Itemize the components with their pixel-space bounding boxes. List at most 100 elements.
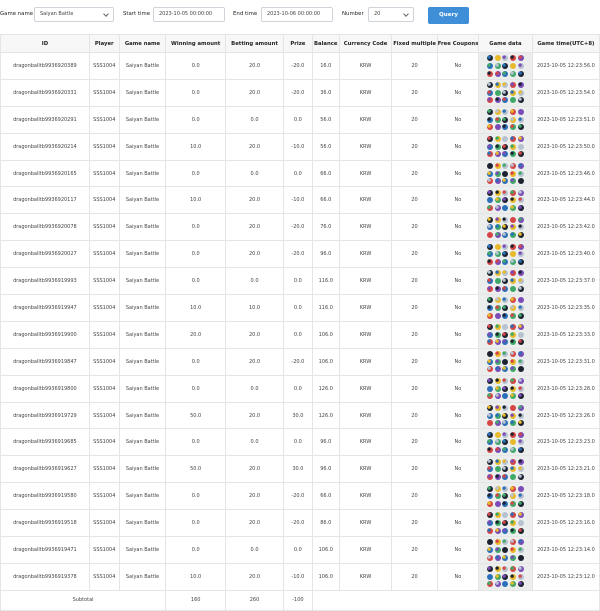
- slot-symbol-icon: [502, 216, 509, 223]
- slot-symbol-icon: [517, 143, 524, 150]
- slot-symbol-icon: [494, 270, 501, 277]
- col-header-game-name: Game name: [118, 34, 167, 53]
- game-data-thumbnail[interactable]: [478, 52, 533, 80]
- number-select[interactable]: 20: [368, 7, 414, 22]
- end-time-input[interactable]: 2023-10-06 00:00:00: [261, 7, 333, 22]
- cell-winning-amount: 20.0: [165, 320, 227, 349]
- game-data-thumbnail[interactable]: [478, 186, 533, 215]
- slot-symbol-icon: [510, 554, 517, 561]
- cell-id: dragonballtb9936919847: [0, 347, 90, 376]
- slot-symbol-icon: [510, 358, 517, 365]
- slot-symbol-icon: [502, 143, 509, 150]
- slot-symbol-icon: [517, 358, 524, 365]
- subtotal-betting-amount: 260: [225, 589, 284, 611]
- slot-symbol-icon: [487, 447, 494, 453]
- slot-symbol-icon: [510, 258, 517, 265]
- slot-symbol-icon: [494, 224, 501, 231]
- game-data-thumbnail[interactable]: [478, 240, 533, 269]
- game-data-thumbnail[interactable]: [478, 294, 533, 322]
- query-button[interactable]: Query: [428, 7, 469, 24]
- cell-balance: 106.0: [311, 536, 340, 564]
- slot-symbol-icon: [487, 331, 494, 338]
- slot-symbol-icon: [510, 170, 517, 177]
- game-data-thumbnail[interactable]: [478, 374, 533, 403]
- table-row: dragonballtb9936920389 SSS1004 Saiyan Batt…: [0, 52, 600, 80]
- slot-symbol-icon: [487, 224, 494, 231]
- cell-winning-amount: 0.0: [165, 536, 227, 564]
- slot-symbol-icon: [517, 339, 524, 346]
- slot-symbol-icon: [494, 500, 501, 507]
- cell-game-time: 2023-10-05 12:23:56.0: [531, 52, 600, 80]
- cell-prize: 0.0: [282, 320, 313, 349]
- slot-symbol-icon: [502, 447, 509, 453]
- game-data-thumbnail[interactable]: [478, 455, 533, 484]
- slot-symbol-icon: [494, 393, 501, 400]
- cell-balance: 76.0: [311, 213, 340, 242]
- cell-currency-code: KRW: [338, 52, 393, 80]
- slot-symbol-icon: [494, 485, 501, 492]
- slot-symbol-icon: [502, 420, 509, 427]
- game-data-thumbnail[interactable]: [478, 159, 533, 188]
- slot-symbol-icon: [510, 55, 517, 62]
- slot-symbol-icon: [494, 420, 501, 427]
- col-header-balance: Balance: [311, 34, 340, 53]
- cell-player: SSS1004: [88, 240, 120, 269]
- slot-symbol-icon: [510, 178, 517, 185]
- filter-bar: Game name Saiyan Battle Start time 2023-…: [0, 0, 600, 31]
- slot-symbol-icon: [487, 304, 494, 311]
- slot-symbol-icon: [502, 124, 509, 131]
- slot-symbol-icon: [494, 124, 501, 131]
- slot-symbol-icon: [502, 331, 509, 338]
- cell-balance: 16.0: [311, 52, 340, 80]
- slot-symbol-icon: [494, 89, 501, 96]
- game-data-thumbnail[interactable]: [478, 482, 533, 511]
- game-data-thumbnail[interactable]: [478, 509, 533, 538]
- cell-game-name: Saiyan Battle: [118, 52, 167, 80]
- game-data-thumbnail[interactable]: [478, 562, 533, 591]
- start-time-input[interactable]: 2023-10-05 00:00:00: [153, 7, 225, 22]
- slot-symbol-icon: [502, 358, 509, 365]
- slot-symbol-icon: [502, 385, 509, 392]
- cell-currency-code: KRW: [338, 105, 393, 134]
- slot-symbol-icon: [494, 297, 501, 304]
- game-data-thumbnail[interactable]: [478, 320, 533, 349]
- game-data-thumbnail[interactable]: [478, 267, 533, 296]
- slot-symbol-icon: [502, 285, 509, 292]
- slot-symbol-icon: [487, 512, 494, 519]
- cell-betting-amount: 20.0: [225, 132, 284, 161]
- slot-symbol-icon: [510, 378, 517, 385]
- table-row: dragonballtb9936920214 SSS1004 Saiyan Batt…: [0, 132, 600, 161]
- cell-player: SSS1004: [88, 52, 120, 80]
- game-data-thumbnail[interactable]: [478, 401, 533, 430]
- slot-symbol-icon: [487, 216, 494, 223]
- cell-betting-amount: 20.0: [225, 509, 284, 538]
- subtotal-row: Subtotal 160 260 -100: [0, 589, 600, 611]
- slot-symbol-icon: [494, 136, 501, 143]
- col-header-free-coupons: Free Coupons: [436, 34, 480, 53]
- slot-symbol-icon: [494, 527, 501, 534]
- game-data-thumbnail[interactable]: [478, 428, 533, 457]
- slot-symbol-icon: [517, 412, 524, 419]
- slot-symbol-icon: [487, 243, 494, 250]
- slot-symbol-icon: [502, 55, 509, 62]
- slot-symbol-grid: [480, 512, 532, 534]
- game-data-thumbnail[interactable]: [478, 105, 533, 134]
- slot-symbol-icon: [510, 151, 517, 158]
- table-row: dragonballtb9936919580 SSS1004 Saiyan Batt…: [0, 482, 600, 511]
- slot-symbol-icon: [494, 162, 501, 169]
- cell-currency-code: KRW: [338, 347, 393, 376]
- game-data-thumbnail[interactable]: [478, 132, 533, 161]
- cell-game-name: Saiyan Battle: [118, 105, 167, 134]
- slot-symbol-icon: [517, 581, 524, 588]
- game-data-thumbnail[interactable]: [478, 213, 533, 242]
- cell-winning-amount: 10.0: [165, 294, 227, 322]
- game-name-select[interactable]: Saiyan Battle: [34, 7, 114, 22]
- cell-winning-amount: 10.0: [165, 562, 227, 591]
- game-data-thumbnail[interactable]: [478, 536, 533, 564]
- game-data-thumbnail[interactable]: [478, 347, 533, 376]
- game-data-thumbnail[interactable]: [478, 78, 533, 107]
- slot-symbol-icon: [502, 500, 509, 507]
- cell-prize: -20.0: [282, 509, 313, 538]
- slot-symbol-icon: [487, 70, 494, 77]
- slot-symbol-icon: [487, 231, 494, 238]
